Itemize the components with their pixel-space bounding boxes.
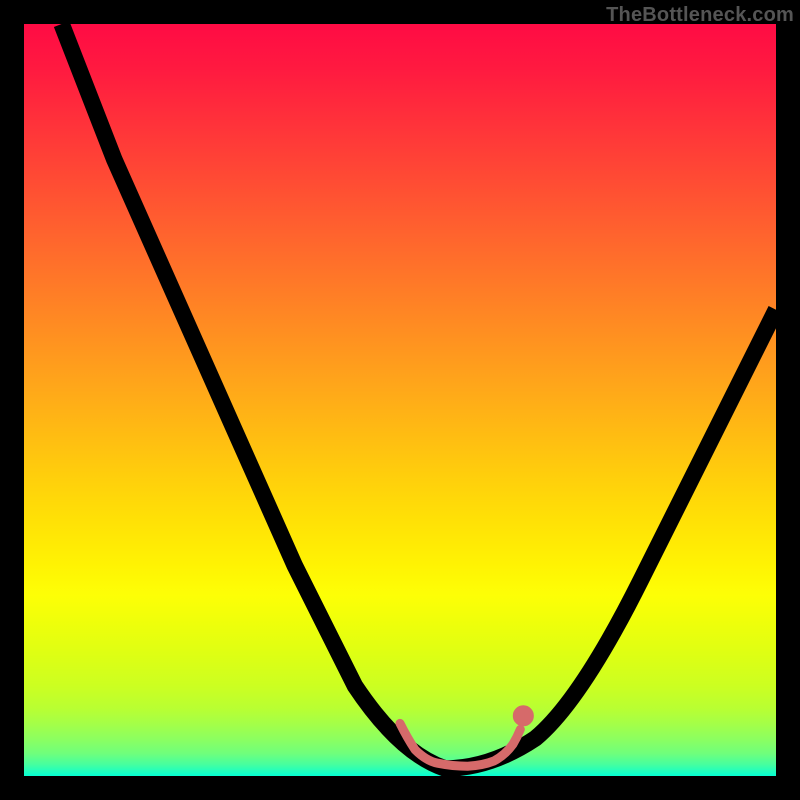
main-v-curve	[62, 24, 776, 768]
chart-frame: { "watermark": "TheBottleneck.com", "col…	[0, 0, 800, 800]
curve-layer	[24, 24, 776, 776]
marker-dot	[517, 709, 531, 723]
